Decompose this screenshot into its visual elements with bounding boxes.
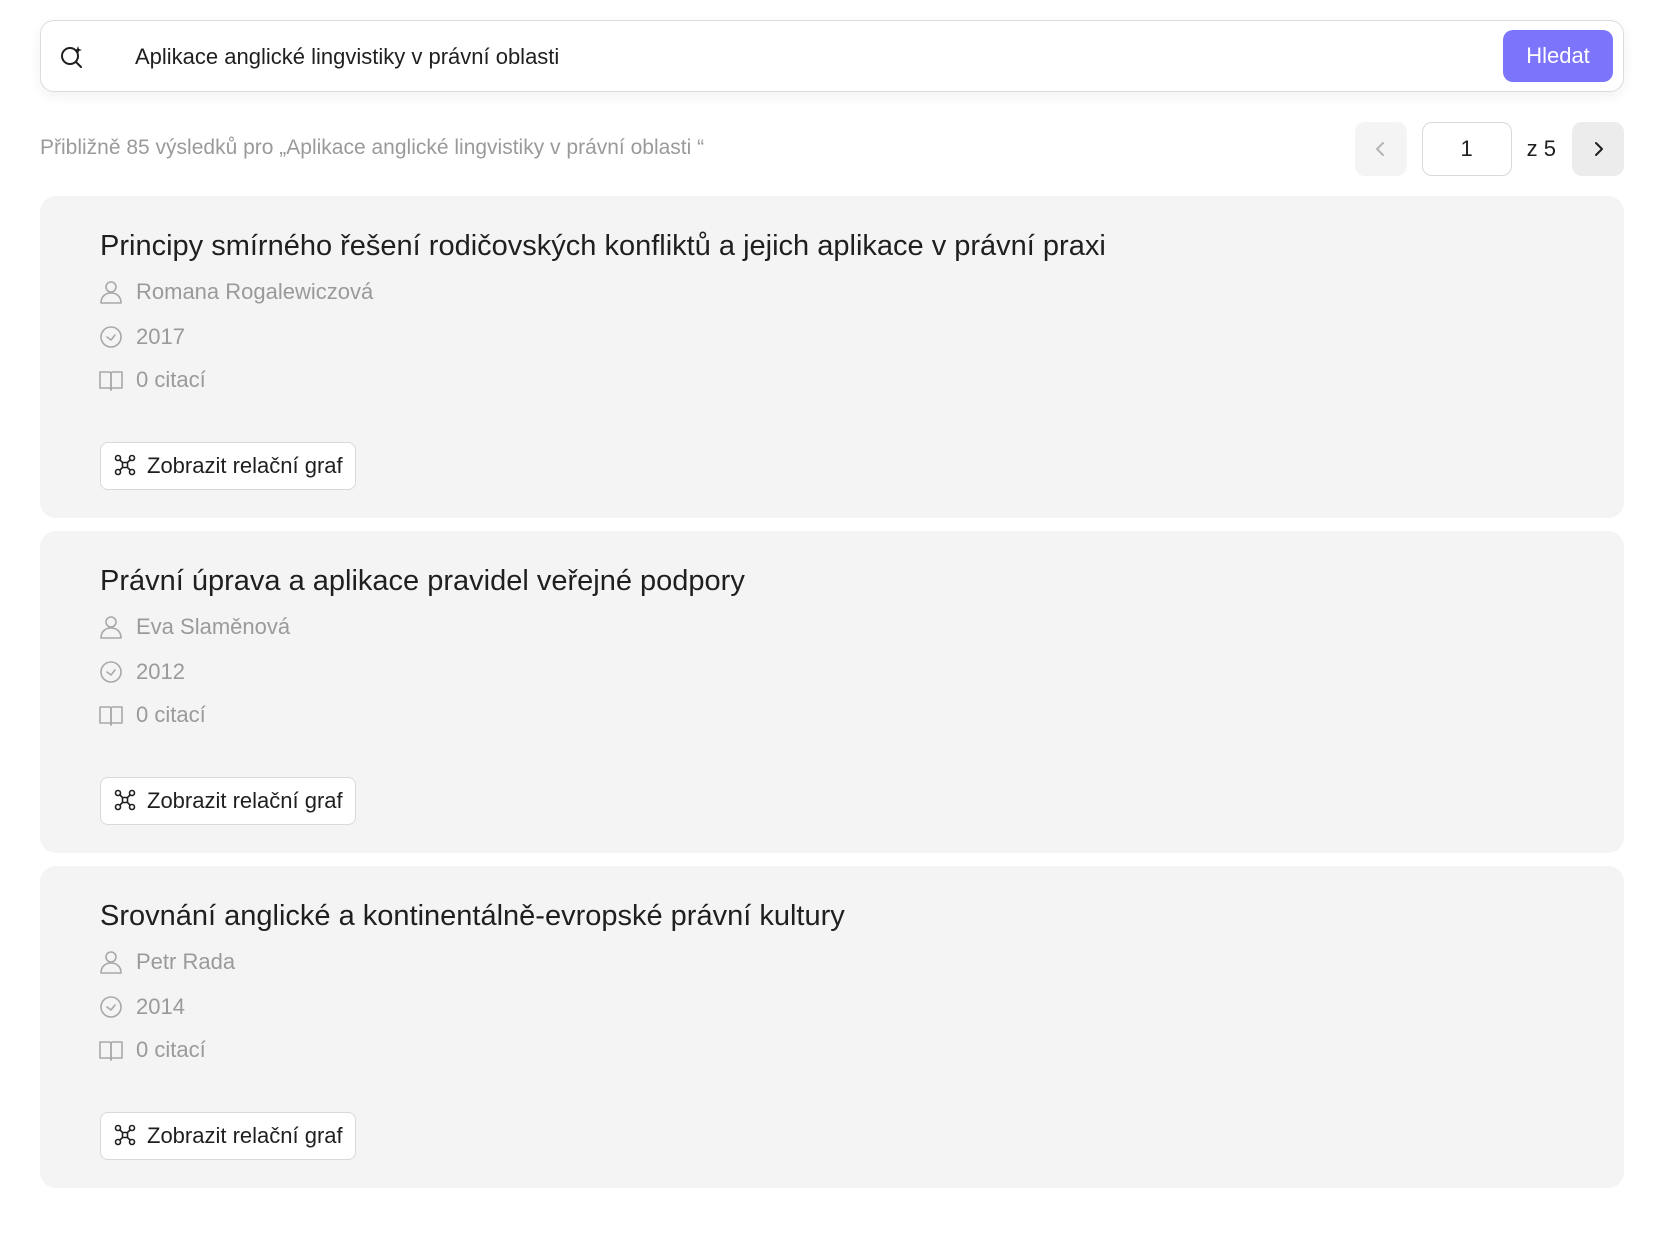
search-input[interactable] bbox=[135, 37, 1515, 77]
user-icon bbox=[98, 949, 124, 975]
year-row: 2012 bbox=[98, 657, 185, 687]
show-relation-graph-button[interactable]: Zobrazit relační graf bbox=[100, 442, 356, 490]
relation-graph-icon bbox=[113, 1123, 137, 1150]
publication-year: 2012 bbox=[136, 659, 185, 684]
clock-icon bbox=[98, 994, 124, 1020]
author-name: Petr Rada bbox=[136, 949, 236, 974]
relation-graph-icon bbox=[113, 788, 137, 815]
show-relation-graph-button[interactable]: Zobrazit relační graf bbox=[100, 1112, 356, 1160]
citations-row: 0 citací bbox=[98, 1035, 206, 1065]
citations-row: 0 citací bbox=[98, 700, 206, 730]
citation-count: 0 citací bbox=[136, 702, 206, 727]
author-name: Romana Rogalewiczová bbox=[136, 279, 374, 304]
year-row: 2017 bbox=[98, 322, 185, 352]
result-title[interactable]: Právní úprava a aplikace pravidel veřejn… bbox=[100, 565, 745, 598]
page-number-input[interactable] bbox=[1421, 122, 1512, 176]
author-row: Petr Rada bbox=[98, 947, 235, 977]
show-relation-graph-label: Zobrazit relační graf bbox=[147, 788, 343, 813]
clock-icon bbox=[98, 324, 124, 350]
pagination: z 5 bbox=[1354, 122, 1624, 176]
search-button[interactable]: Hledat bbox=[1503, 30, 1613, 82]
page-total-label: z 5 bbox=[1526, 136, 1556, 161]
search-sparkle-icon bbox=[59, 44, 85, 70]
author-row: Romana Rogalewiczová bbox=[98, 277, 373, 307]
book-icon bbox=[98, 367, 124, 393]
clock-icon bbox=[98, 659, 124, 685]
book-icon bbox=[98, 1037, 124, 1063]
result-title[interactable]: Principy smírného řešení rodičovských ko… bbox=[100, 230, 1106, 263]
user-icon bbox=[98, 614, 124, 640]
publication-year: 2017 bbox=[136, 324, 185, 349]
result-card: Právní úprava a aplikace pravidel veřejn… bbox=[40, 531, 1624, 853]
result-count-summary: Přibližně 85 výsledků pro „Aplikace angl… bbox=[40, 136, 705, 159]
previous-page-button[interactable] bbox=[1354, 122, 1407, 176]
citations-row: 0 citací bbox=[98, 365, 206, 395]
result-card: Srovnání anglické a kontinentálně-evrops… bbox=[40, 866, 1624, 1188]
result-title[interactable]: Srovnání anglické a kontinentálně-evrops… bbox=[100, 900, 845, 933]
book-icon bbox=[98, 702, 124, 728]
show-relation-graph-button[interactable]: Zobrazit relační graf bbox=[100, 777, 356, 825]
search-bar: Hledat bbox=[40, 20, 1624, 92]
citation-count: 0 citací bbox=[136, 1037, 206, 1062]
chevron-left-icon bbox=[1375, 142, 1384, 156]
year-row: 2014 bbox=[98, 992, 185, 1022]
show-relation-graph-label: Zobrazit relační graf bbox=[147, 1123, 343, 1148]
next-page-button[interactable] bbox=[1572, 122, 1624, 176]
author-row: Eva Slaměnová bbox=[98, 612, 290, 642]
author-name: Eva Slaměnová bbox=[136, 614, 291, 639]
result-card: Principy smírného řešení rodičovských ko… bbox=[40, 196, 1624, 518]
chevron-right-icon bbox=[1595, 142, 1603, 156]
citation-count: 0 citací bbox=[136, 367, 206, 392]
relation-graph-icon bbox=[113, 453, 137, 480]
user-icon bbox=[98, 279, 124, 305]
publication-year: 2014 bbox=[136, 994, 185, 1019]
show-relation-graph-label: Zobrazit relační graf bbox=[147, 453, 343, 478]
